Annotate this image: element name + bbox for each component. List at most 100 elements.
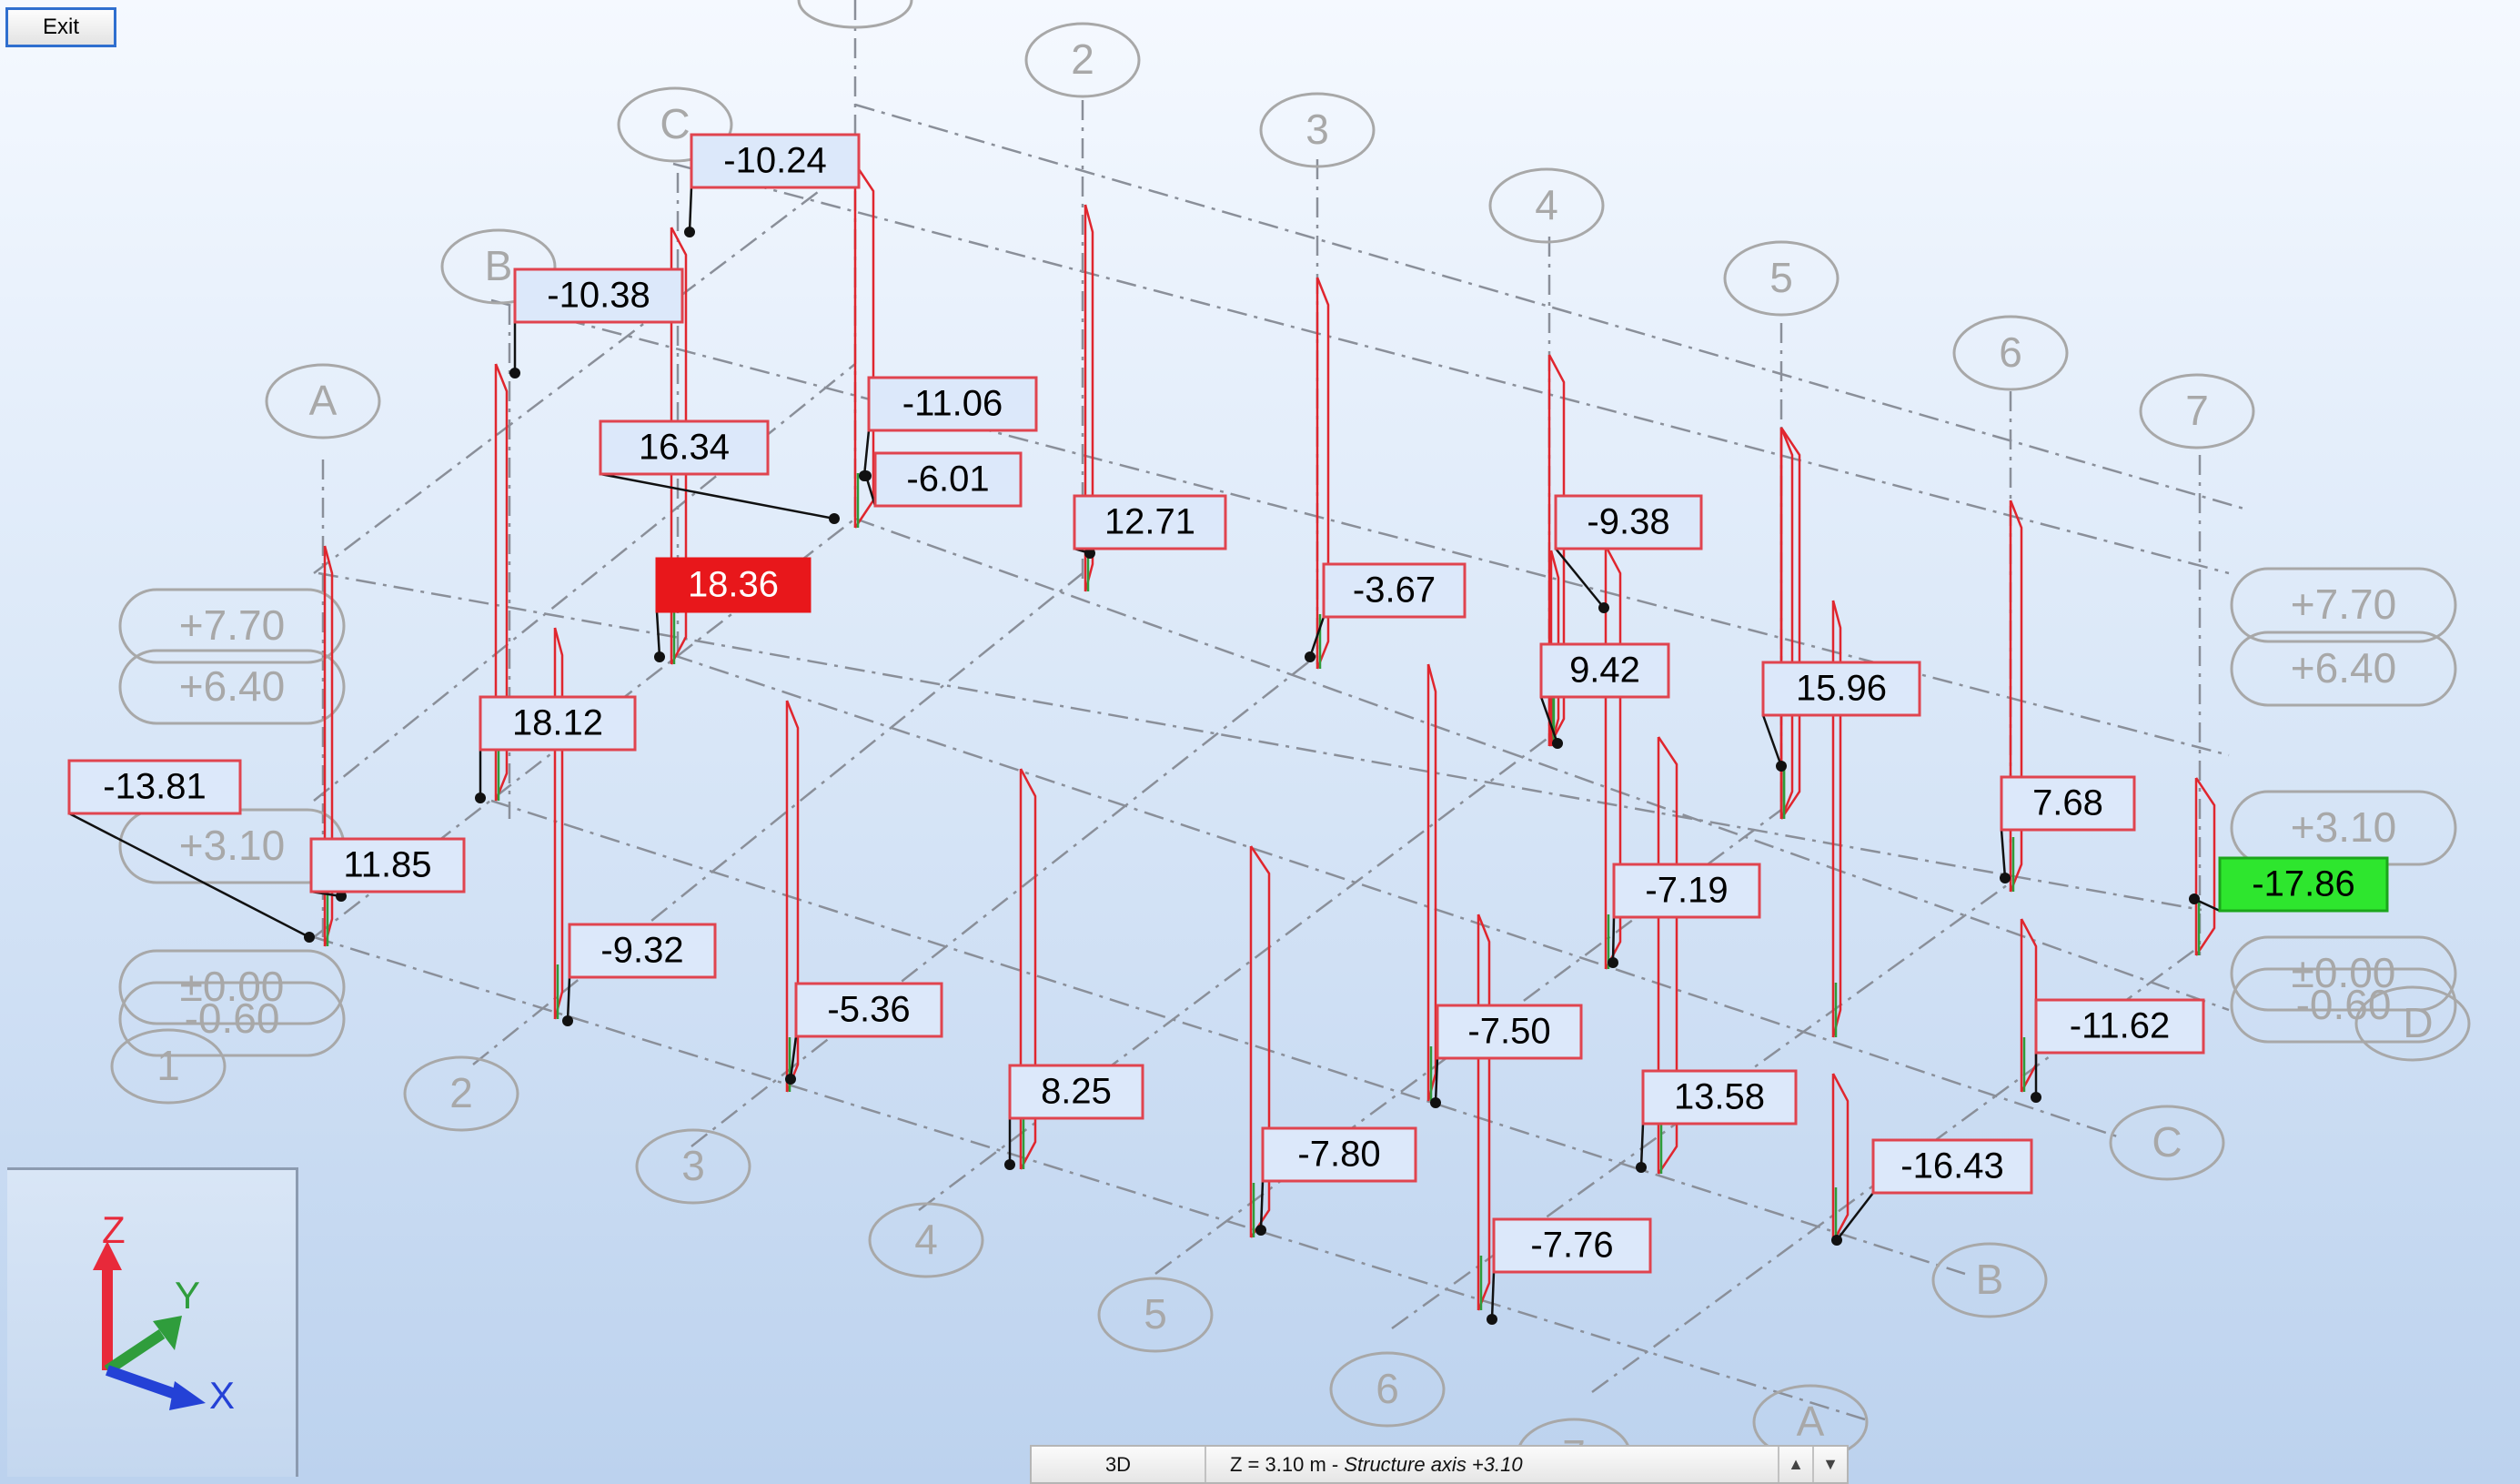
level-right-label-1: +7.70 bbox=[2291, 580, 2396, 628]
member-diagram bbox=[1779, 427, 1801, 820]
grid-label-back-3: 3 bbox=[1305, 106, 1329, 153]
leader-line bbox=[688, 187, 693, 233]
result-label: -7.50 bbox=[1436, 1004, 1583, 1060]
grid-label-back-7: 7 bbox=[2185, 387, 2209, 434]
result-label: -7.76 bbox=[1492, 1217, 1652, 1274]
level-left-label-5: -0.60 bbox=[185, 994, 280, 1042]
result-label: -9.32 bbox=[568, 923, 717, 979]
result-label: -7.80 bbox=[1261, 1126, 1417, 1183]
view-mode[interactable]: 3D bbox=[1032, 1447, 1206, 1482]
result-node bbox=[785, 1074, 796, 1085]
result-label: -6.01 bbox=[873, 451, 1023, 508]
level-down-arrow-icon[interactable]: ▼ bbox=[1812, 1447, 1847, 1482]
result-value: -11.06 bbox=[902, 384, 1003, 424]
result-node bbox=[1255, 1225, 1266, 1236]
result-value: 8.25 bbox=[1041, 1072, 1112, 1112]
grid-label-front-5: 5 bbox=[1144, 1290, 1167, 1338]
result-label: -3.67 bbox=[1322, 562, 1467, 619]
level-left-label-2: +6.40 bbox=[179, 662, 285, 710]
structure-3d-view[interactable]: A B C 2 3 4 5 6 7 1 2 3 4 5 6 7 D C B A … bbox=[0, 0, 2520, 1484]
leader-line bbox=[1761, 714, 1783, 767]
result-value: -7.80 bbox=[1297, 1135, 1380, 1175]
result-label: -13.81 bbox=[67, 759, 242, 815]
status-bar: 3D Z = 3.10 m - Structure axis +3.10 ▲ ▼ bbox=[1030, 1445, 1849, 1484]
result-value: -7.50 bbox=[1467, 1012, 1550, 1052]
result-value: -3.67 bbox=[1353, 570, 1436, 611]
y-axis-arrow bbox=[104, 1329, 166, 1375]
y-axis-label: Y bbox=[175, 1274, 200, 1317]
result-node bbox=[1552, 738, 1563, 749]
result-node bbox=[2000, 873, 2011, 883]
result-label: -11.62 bbox=[2034, 998, 2205, 1055]
member-force-outline bbox=[1779, 427, 1801, 820]
result-value: -5.36 bbox=[827, 990, 910, 1030]
leader-line bbox=[1259, 1180, 1265, 1231]
result-node bbox=[562, 1015, 573, 1026]
result-label: 12.71 bbox=[1073, 494, 1227, 550]
member-diagram bbox=[1779, 427, 1794, 820]
grid-label-back-A: A bbox=[309, 377, 338, 424]
result-node bbox=[1636, 1162, 1647, 1173]
result-value: -10.24 bbox=[723, 141, 826, 181]
grid-label-front-D: D bbox=[2403, 999, 2433, 1046]
result-value: -11.62 bbox=[2070, 1006, 2170, 1046]
leader-line bbox=[1490, 1271, 1496, 1320]
result-value: 18.36 bbox=[688, 565, 779, 605]
result-node bbox=[475, 792, 486, 803]
member-diagram bbox=[2020, 918, 2038, 1093]
structure-level[interactable]: Z = 3.10 m - Structure axis +3.10 bbox=[1206, 1453, 1778, 1477]
result-node bbox=[861, 470, 872, 481]
leader-line bbox=[566, 976, 571, 1022]
result-value: -10.38 bbox=[547, 276, 650, 316]
axis-triad: Z Y X bbox=[93, 1208, 235, 1417]
result-label: 18.36 bbox=[655, 557, 811, 613]
grid-label-back-B: B bbox=[485, 242, 513, 289]
level-left-label-1: +7.70 bbox=[179, 601, 285, 649]
level-up-arrow-icon[interactable]: ▲ bbox=[1778, 1447, 1812, 1482]
result-node bbox=[829, 513, 840, 524]
grid-label-front-3: 3 bbox=[681, 1142, 705, 1189]
grid-label-back-6: 6 bbox=[1999, 328, 2022, 376]
result-label: -10.24 bbox=[690, 133, 861, 189]
member-force-outline bbox=[2009, 500, 2023, 893]
result-value: -9.32 bbox=[600, 931, 683, 971]
result-label: 18.12 bbox=[479, 695, 637, 752]
result-node bbox=[1776, 761, 1787, 772]
grid-label-back-5: 5 bbox=[1769, 254, 1793, 301]
result-label: -10.38 bbox=[513, 268, 684, 324]
grid-bubbles bbox=[110, 0, 2471, 1484]
grid-label-back-2: 2 bbox=[1071, 35, 1094, 83]
leader-line bbox=[1611, 916, 1616, 964]
x-axis-label: X bbox=[209, 1374, 235, 1417]
result-value: -7.19 bbox=[1645, 871, 1728, 911]
result-value: 12.71 bbox=[1104, 502, 1195, 542]
level-left-label-3: +3.10 bbox=[179, 822, 285, 869]
leader-line bbox=[1639, 1123, 1645, 1168]
level-axis: Structure axis +3.10 bbox=[1344, 1452, 1523, 1476]
grid-label-front-B: B bbox=[1976, 1256, 2004, 1303]
result-value: 15.96 bbox=[1796, 669, 1887, 709]
x-axis-arrowhead bbox=[169, 1381, 206, 1410]
leader-line bbox=[655, 611, 661, 658]
result-value: -16.43 bbox=[1900, 1146, 2003, 1186]
member-force-outline bbox=[1779, 427, 1794, 820]
exit-button[interactable]: Exit bbox=[5, 7, 116, 47]
leader-line bbox=[600, 472, 835, 520]
result-value: 13.58 bbox=[1674, 1077, 1765, 1117]
member-diagram bbox=[553, 627, 564, 1020]
result-value: 11.85 bbox=[343, 845, 431, 885]
result-node bbox=[1004, 1159, 1015, 1170]
result-label: -11.06 bbox=[867, 376, 1038, 432]
grid-label-front-A: A bbox=[1797, 1398, 1825, 1445]
result-value: -17.86 bbox=[2252, 864, 2354, 904]
grid-label-back-C: C bbox=[660, 100, 690, 147]
result-node bbox=[1430, 1097, 1441, 1108]
axis-triad-panel: Z Y X bbox=[7, 1167, 298, 1477]
grid-label-back-4: 4 bbox=[1535, 181, 1558, 228]
result-node bbox=[1831, 1235, 1842, 1246]
result-node bbox=[1598, 602, 1609, 613]
result-value: -6.01 bbox=[906, 459, 989, 500]
member-diagram bbox=[1831, 1073, 1850, 1243]
level-right-label-2: +6.40 bbox=[2291, 644, 2396, 692]
member-diagram bbox=[1426, 663, 1437, 1102]
